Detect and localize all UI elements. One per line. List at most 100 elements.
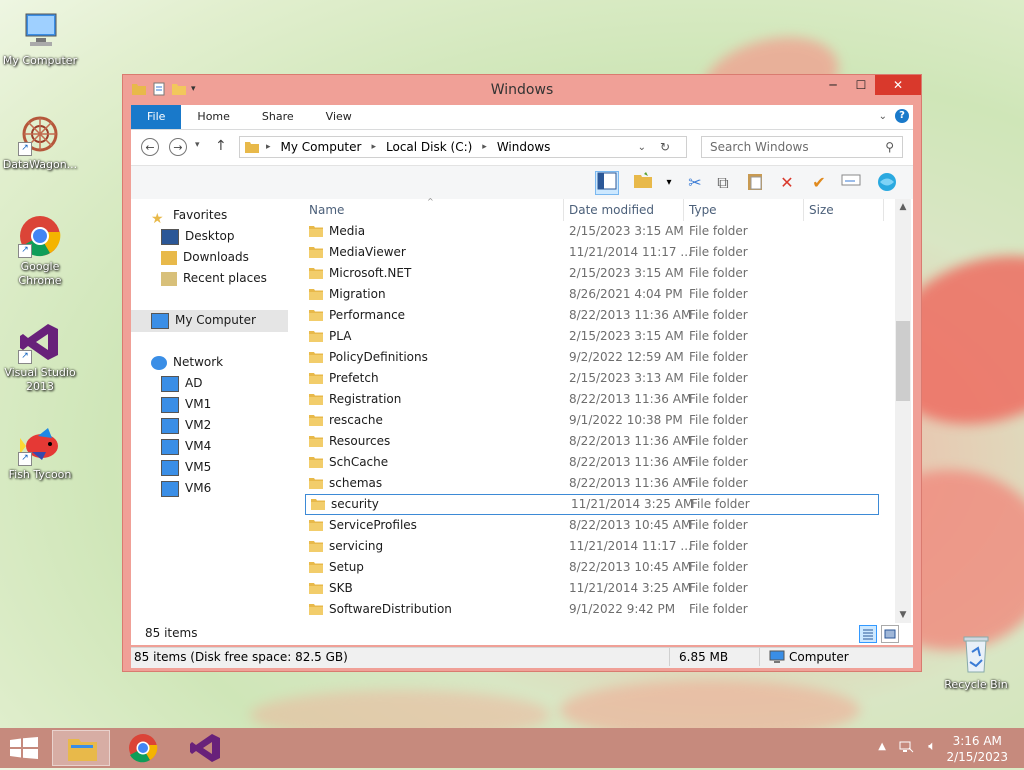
forward-button[interactable]: → [169, 138, 187, 156]
breadcrumb-chevron-icon: ▸ [266, 142, 271, 152]
scroll-up-icon[interactable]: ▲ [895, 199, 911, 215]
nav-my-computer[interactable]: My Computer [151, 310, 256, 330]
column-header-name[interactable]: Name [309, 203, 344, 217]
file-row[interactable]: PolicyDefinitions 9/2/2022 12:59 AM File f… [303, 347, 895, 368]
help-icon[interactable]: ? [895, 109, 909, 123]
file-row[interactable]: schemas 8/22/2013 11:36 AM File folder [303, 473, 895, 494]
file-row[interactable]: SoftwareDistribution 9/1/2022 9:42 PM File… [303, 599, 895, 620]
nav-network-item[interactable]: AD [161, 373, 202, 393]
file-row[interactable]: Performance 8/22/2013 11:36 AM File folder [303, 305, 895, 326]
file-name: Prefetch [329, 371, 379, 385]
details-view-button[interactable] [859, 625, 877, 643]
desktop-icon-chrome[interactable]: ↗ Google Chrome [0, 214, 80, 288]
delete-icon[interactable]: ✕ [775, 171, 799, 195]
nav-network-item[interactable]: VM6 [161, 478, 211, 498]
tab-home[interactable]: Home [181, 105, 245, 129]
desktop-icon-my-computer[interactable]: My Computer [0, 8, 80, 68]
minimize-button[interactable]: ─ [819, 75, 847, 95]
desktop-icon-recycle-bin[interactable]: Recycle Bin [936, 632, 1016, 692]
address-dropdown-icon[interactable]: ⌄ [638, 142, 646, 153]
vertical-scrollbar[interactable]: ▲ ▼ [895, 199, 911, 623]
nav-item-desktop[interactable]: Desktop [161, 226, 235, 246]
file-row[interactable]: ServiceProfiles 8/22/2013 10:45 AM File fo… [303, 515, 895, 536]
clock[interactable]: 3:16 AM 2/15/2023 [946, 733, 1008, 765]
file-row[interactable]: PLA 2/15/2023 3:15 AM File folder [303, 326, 895, 347]
paste-icon[interactable] [743, 171, 767, 195]
tab-share[interactable]: Share [246, 105, 310, 129]
globe-icon[interactable] [875, 171, 899, 195]
cut-icon[interactable]: ✂ [683, 171, 707, 195]
tab-view[interactable]: View [310, 105, 368, 129]
breadcrumb-my-computer[interactable]: My Computer [281, 140, 362, 154]
nav-network[interactable]: Network [151, 352, 223, 372]
search-icon[interactable]: ⚲ [885, 140, 894, 154]
show-hidden-icons-icon[interactable]: ▲ [878, 741, 886, 752]
nav-favorites[interactable]: ★ Favorites [151, 205, 227, 227]
file-date: 11/21/2014 3:25 AM [569, 581, 692, 595]
folder-icon [309, 352, 323, 363]
sort-ascending-icon: ^ [427, 197, 434, 206]
desktop-icon-fish-tycoon[interactable]: ↗ Fish Tycoon [0, 422, 80, 482]
address-bar[interactable]: ▸ My Computer ▸ Local Disk (C:) ▸ Window… [239, 136, 687, 158]
expand-ribbon-icon[interactable]: ⌄ [879, 111, 887, 122]
desktop-icon-visual-studio[interactable]: ↗ Visual Studio 2013 [0, 320, 80, 394]
maximize-button[interactable]: ☐ [847, 75, 875, 95]
file-row[interactable]: SchCache 8/22/2013 11:36 AM File folder [303, 452, 895, 473]
nav-network-item[interactable]: VM4 [161, 436, 211, 456]
downloads-icon [161, 250, 177, 265]
network-status-icon[interactable] [898, 739, 914, 758]
nav-network-item[interactable]: VM2 [161, 415, 211, 435]
file-row[interactable]: security 11/21/2014 3:25 AM File folder [305, 494, 879, 515]
breadcrumb-windows[interactable]: Windows [497, 140, 551, 154]
desktop-icon-datawagon[interactable]: ↗ DataWagon... [0, 112, 80, 172]
close-button[interactable]: ✕ [875, 75, 921, 95]
taskbar-chrome[interactable] [114, 730, 172, 766]
file-row[interactable]: rescache 9/1/2022 10:38 PM File folder [303, 410, 895, 431]
taskbar-file-explorer[interactable] [52, 730, 110, 766]
file-row[interactable]: Prefetch 2/15/2023 3:13 AM File folder [303, 368, 895, 389]
file-row[interactable]: Registration 8/22/2013 11:36 AM File folde… [303, 389, 895, 410]
tab-file[interactable]: File [131, 105, 182, 129]
preview-pane-icon[interactable] [595, 171, 619, 195]
nav-network-item[interactable]: VM5 [161, 457, 211, 477]
column-header-type[interactable]: Type [689, 203, 717, 217]
file-row[interactable]: Migration 8/26/2021 4:04 PM File folder [303, 284, 895, 305]
file-row[interactable]: Resources 8/22/2013 11:36 AM File folder [303, 431, 895, 452]
file-list-pane: ^ Name Date modified Type Size Media 2/15… [303, 197, 911, 623]
check-icon[interactable]: ✔ [807, 171, 831, 195]
title-bar[interactable]: ▾ Windows ─ ☐ ✕ [123, 75, 921, 105]
chrome-icon [129, 734, 158, 763]
nav-network-item[interactable]: VM1 [161, 394, 211, 414]
refresh-icon[interactable]: ↻ [660, 140, 670, 154]
scroll-thumb[interactable] [896, 321, 910, 401]
breadcrumb-local-disk[interactable]: Local Disk (C:) [386, 140, 472, 154]
nav-item-recent-places[interactable]: Recent places [161, 268, 267, 288]
recent-locations-icon[interactable]: ▾ [195, 140, 200, 150]
file-row[interactable]: Setup 8/22/2013 10:45 AM File folder [303, 557, 895, 578]
column-header-size[interactable]: Size [809, 203, 834, 217]
rename-icon[interactable] [839, 171, 863, 195]
scroll-down-icon[interactable]: ▼ [895, 607, 911, 623]
file-row[interactable]: SKB 11/21/2014 3:25 AM File folder [303, 578, 895, 599]
file-row[interactable]: servicing 11/21/2014 11:17 ... File folder [303, 536, 895, 557]
file-date: 8/22/2013 11:36 AM [569, 392, 692, 406]
search-input[interactable]: Search Windows ⚲ [701, 136, 903, 158]
new-folder-dropdown-icon[interactable]: ▾ [657, 171, 681, 195]
back-button[interactable]: ← [141, 138, 159, 156]
search-placeholder: Search Windows [710, 140, 809, 154]
new-folder-icon[interactable] [631, 171, 655, 195]
column-header-date[interactable]: Date modified [569, 203, 654, 217]
nav-label: VM4 [185, 439, 212, 453]
up-button[interactable]: ↑ [215, 138, 227, 154]
nav-item-downloads[interactable]: Downloads [161, 247, 249, 267]
file-date: 11/21/2014 3:25 AM [571, 497, 694, 511]
copy-icon[interactable]: ⧉ [711, 171, 735, 195]
file-row[interactable]: MediaViewer 11/21/2014 11:17 ... File fold… [303, 242, 895, 263]
file-row[interactable]: Media 2/15/2023 3:15 AM File folder [303, 221, 895, 242]
start-button[interactable] [10, 737, 38, 759]
file-row[interactable]: Microsoft.NET 2/15/2023 3:15 AM File folde… [303, 263, 895, 284]
large-icons-view-button[interactable] [881, 625, 899, 643]
taskbar-visual-studio[interactable] [176, 730, 234, 766]
visual-studio-icon [190, 734, 220, 762]
volume-icon[interactable]: 🔈︎ [928, 739, 936, 754]
